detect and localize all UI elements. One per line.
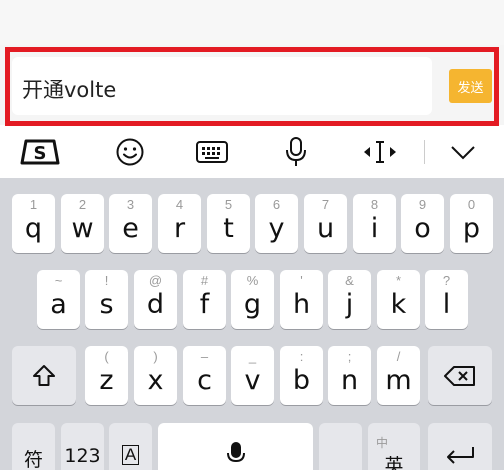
keyboard: 1q 2w 3e 4r 5t 6y 7u 8i 9o 0p ~ a ! s @ d #… [0,178,504,470]
key-j[interactable]: & j [328,270,371,329]
space-key[interactable] [158,423,313,470]
key-u[interactable]: 7u [304,194,347,253]
language-switch-key[interactable]: 中 英 [368,423,420,470]
toolbar-divider [424,140,425,164]
key-y[interactable]: 6y [255,194,298,253]
key-g[interactable]: % g [231,270,274,329]
key-b[interactable]: :b [280,346,323,405]
key-h[interactable]: ' h [280,270,323,329]
symbol-key[interactable]: 符 [12,423,55,470]
sogou-logo-glyph: S [34,143,47,164]
punctuation-key[interactable] [319,423,362,470]
backspace-key[interactable] [428,346,492,405]
key-n[interactable]: ; n [328,346,371,405]
key-l[interactable]: ? l [425,270,468,329]
key-r[interactable]: 4r [158,194,201,253]
key-x[interactable]: ) x [134,346,177,405]
key-f[interactable]: # f [183,270,226,329]
enter-icon [428,423,492,470]
key-t[interactable]: 5t [207,194,250,253]
key-o[interactable]: 9o [401,194,444,253]
key-c[interactable]: – c [183,346,226,405]
key-k[interactable]: * k [377,270,420,329]
cursor-move-icon[interactable] [357,133,403,171]
key-m[interactable]: / m [377,346,420,405]
key-q[interactable]: 1q [12,194,55,253]
number-key[interactable]: 123 [61,423,104,470]
highlight-annotation [5,47,499,126]
key-v[interactable]: _ v [231,346,274,405]
status-area [0,0,504,45]
chevron-down-icon[interactable] [445,133,481,171]
key-d[interactable]: @ d [134,270,177,329]
key-w[interactable]: 2w [61,194,104,253]
key-a[interactable]: ~ a [37,270,80,329]
key-p[interactable]: 0p [450,194,493,253]
key-s[interactable]: ! s [85,270,128,329]
key-z[interactable]: (z [85,346,128,405]
enter-key[interactable] [428,423,492,470]
font-key[interactable]: A [109,423,152,470]
font-key-label: A [121,445,140,465]
microphone-icon[interactable] [278,133,314,171]
shift-key[interactable] [12,346,76,405]
keyboard-toolbar [0,130,504,176]
backspace-icon [428,346,492,405]
sogou-logo-icon[interactable]: S [18,133,62,171]
key-i[interactable]: 8i [353,194,396,253]
key-e[interactable]: 3e [109,194,152,253]
shift-icon [12,346,76,405]
emoji-icon[interactable] [110,133,150,171]
space-mic-icon [158,423,313,470]
keyboard-icon[interactable] [190,133,234,171]
